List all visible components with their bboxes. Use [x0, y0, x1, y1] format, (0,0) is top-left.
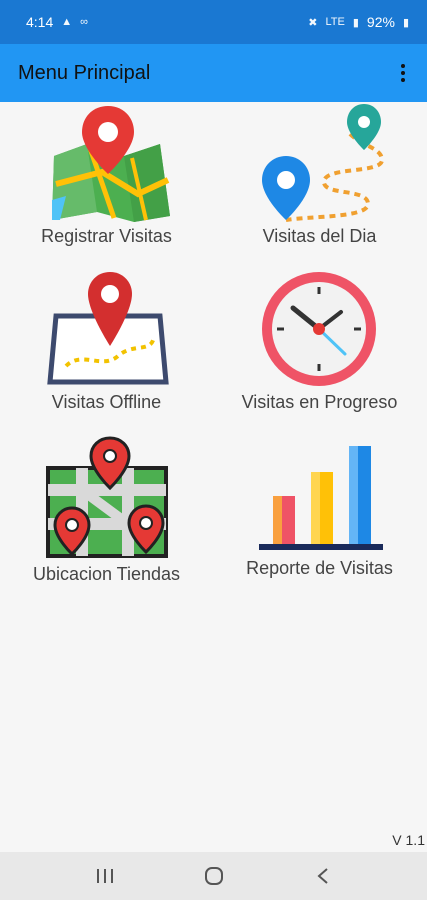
status-left: 4:14 ▲ ∞: [26, 14, 88, 30]
map-pin-icon: [51, 106, 170, 222]
menu-item-reporte-de-visitas[interactable]: Reporte de Visitas: [213, 436, 426, 579]
menu-item-visitas-offline[interactable]: Visitas Offline: [0, 270, 213, 413]
clock-icon: [261, 272, 376, 386]
back-icon[interactable]: [303, 856, 343, 896]
offline-map-icon: [46, 272, 169, 385]
battery-percent: 92%: [366, 14, 395, 30]
menu-label: Visitas Offline: [51, 392, 162, 412]
store-map-icon: [45, 436, 168, 558]
status-time: 4:14: [26, 14, 54, 30]
menu-label: Reporte de Visitas: [246, 558, 393, 578]
more-vertical-icon[interactable]: [393, 58, 413, 88]
system-nav-bar: [0, 852, 427, 900]
voicemail-icon: ∞: [80, 16, 88, 28]
app-bar: Menu Principal: [0, 44, 427, 102]
battery-icon: ▮: [402, 16, 409, 29]
menu-label: Registrar Visitas: [41, 226, 172, 246]
home-icon[interactable]: [194, 856, 234, 896]
menu-item-visitas-del-dia[interactable]: Visitas del Dia: [213, 104, 426, 247]
bar-chart-icon: [258, 446, 383, 550]
menu-label: Ubicacion Tiendas: [32, 564, 181, 584]
menu-label: Visitas del Dia: [262, 226, 377, 246]
page-title: Menu Principal: [18, 61, 151, 84]
menu-item-registrar-visitas[interactable]: Registrar Visitas: [0, 104, 213, 247]
notification-icon: ▲: [61, 16, 73, 28]
version-label: V 1.1: [392, 832, 425, 848]
menu-item-ubicacion-tiendas[interactable]: Ubicacion Tiendas: [0, 436, 213, 585]
menu-label: Visitas en Progreso: [241, 392, 398, 412]
status-bar: 4:14 ▲ ∞ ✖ LTE ▮ 92% ▮: [0, 0, 427, 44]
recent-apps-icon[interactable]: [85, 856, 125, 896]
lte-label: LTE: [325, 16, 345, 28]
signal-icon: ▮: [352, 16, 359, 29]
route-icon: [261, 104, 384, 222]
menu-item-visitas-en-progreso[interactable]: Visitas en Progreso: [213, 270, 426, 413]
mute-icon: ✖: [308, 16, 318, 29]
status-right: ✖ LTE ▮ 92% ▮: [308, 14, 409, 30]
